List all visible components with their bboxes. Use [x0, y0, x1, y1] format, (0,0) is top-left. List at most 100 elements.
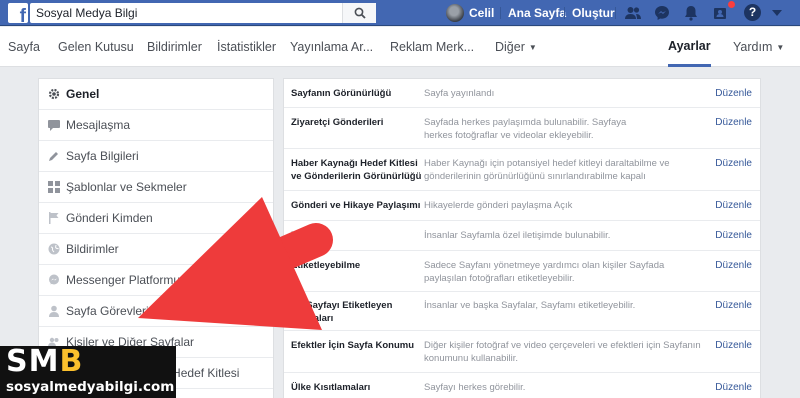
- edit-link[interactable]: Düzenle: [715, 87, 752, 100]
- smb-logo-s: S: [6, 344, 29, 379]
- home-link[interactable]: Ana Sayfa: [508, 0, 566, 26]
- search-button[interactable]: [342, 3, 376, 23]
- setting-label: Sayfanın Görünürlüğü: [291, 88, 392, 99]
- search-input[interactable]: Sosyal Medya Bilgi: [30, 3, 376, 23]
- tab-inbox[interactable]: Gelen Kutusu: [58, 27, 134, 67]
- sidebar-item-post-attribution[interactable]: Gönderi Kimden: [39, 203, 273, 234]
- edit-link[interactable]: Düzenle: [715, 229, 752, 242]
- page-navigation: Sayfa Gelen Kutusu Bildirimler İstatisti…: [0, 27, 800, 67]
- notification-badge: [728, 1, 735, 8]
- settings-row-page-location-frames[interactable]: Efektler İçin Sayfa Konumu Diğer kişiler…: [284, 331, 760, 373]
- tab-settings[interactable]: Ayarlar: [668, 27, 711, 67]
- settings-row-others-tagging[interactable]: Bu Sayfayı Etiketleyen Başkaları İnsanla…: [284, 292, 760, 331]
- facebook-logo-glyph: f: [19, 6, 26, 27]
- setting-label: Haber Kaynağı Hedef Kitlesi ve Gönderile…: [291, 158, 422, 182]
- sidebar-item-label: Sayfa Görevleri: [66, 304, 149, 318]
- page-roles-icon[interactable]: [711, 4, 729, 22]
- settings-row-messages[interactable]: Mesajlar İnsanlar Sayfamla özel iletişim…: [284, 221, 760, 251]
- divider: [615, 7, 616, 19]
- smb-watermark: SMB sosyalmedyabilgi.com: [0, 346, 176, 398]
- edit-link[interactable]: Düzenle: [715, 259, 752, 272]
- sidebar-item-templates-tabs[interactable]: Şablonlar ve Sekmeler: [39, 172, 273, 203]
- sidebar-item-label: Şablonlar ve Sekmeler: [66, 180, 187, 194]
- tab-more[interactable]: Diğer ▼: [495, 27, 537, 67]
- tab-page[interactable]: Sayfa: [8, 27, 40, 67]
- setting-value: İnsanlar Sayfamla özel iletişimde buluna…: [424, 230, 611, 241]
- friend-requests-icon[interactable]: [624, 4, 642, 22]
- help-icon[interactable]: ?: [744, 4, 761, 21]
- sidebar-item-page-roles[interactable]: Sayfa Görevleri: [39, 296, 273, 327]
- sidebar-item-general[interactable]: Genel: [39, 79, 273, 110]
- grid-icon: [48, 181, 60, 193]
- setting-label: Bu Sayfayı Etiketleyen Başkaları: [291, 300, 393, 324]
- avatar[interactable]: [446, 4, 464, 22]
- divider: [500, 7, 501, 19]
- account-dropdown-icon[interactable]: [770, 6, 784, 20]
- sidebar-item-messenger-platform[interactable]: Messenger Platformu: [39, 265, 273, 296]
- setting-label: Mesajlar: [291, 230, 330, 241]
- globe-icon: [48, 243, 60, 255]
- notifications-bell-icon[interactable]: [682, 4, 700, 22]
- chevron-down-icon: ▼: [776, 43, 785, 52]
- edit-link[interactable]: Düzenle: [715, 299, 752, 312]
- sidebar-item-label: Gönderi Kimden: [66, 211, 153, 225]
- sidebar-item-label: Genel: [66, 87, 100, 101]
- chat-icon: [48, 120, 60, 131]
- sidebar-item-label: Mesajlaşma: [66, 118, 131, 132]
- edit-link[interactable]: Düzenle: [715, 157, 752, 170]
- setting-label: Etiketleyebilme: [291, 260, 361, 271]
- settings-row-tagging-ability[interactable]: Etiketleyebilme Sadece Sayfanı yönetmeye…: [284, 251, 760, 292]
- tab-help-label: Yardım: [733, 40, 773, 54]
- settings-row-country-restrictions[interactable]: Ülke Kısıtlamaları Sayfayı herkes görebi…: [284, 373, 760, 398]
- sidebar-item-page-info[interactable]: Sayfa Bilgileri: [39, 141, 273, 172]
- create-link[interactable]: Oluştur: [572, 0, 615, 26]
- setting-value: Hikayelerde gönderi paylaşma Açık: [424, 200, 573, 211]
- setting-value: İnsanlar ve başka Sayfalar, Sayfamı etik…: [424, 300, 636, 311]
- settings-row-story-sharing[interactable]: Gönderi ve Hikaye Paylaşımı Hikayelerde …: [284, 191, 760, 221]
- chevron-down-icon: ▼: [528, 43, 537, 52]
- facebook-logo[interactable]: f: [8, 3, 28, 27]
- messenger-icon: [49, 274, 59, 285]
- setting-value: Haber Kaynağı için potansiyel hedef kitl…: [424, 158, 670, 182]
- edit-link[interactable]: Düzenle: [715, 116, 752, 129]
- sidebar-item-label: Messenger Platformu: [66, 273, 181, 287]
- tab-insights[interactable]: İstatistikler: [217, 27, 276, 67]
- tab-publishing-tools[interactable]: Yayınlama Ar...: [290, 27, 373, 67]
- profile-link[interactable]: Celil: [469, 0, 494, 26]
- gear-icon: [48, 88, 60, 100]
- setting-value: Sadece Sayfanı yönetmeye yardımcı olan k…: [424, 260, 665, 284]
- setting-value: Sayfada herkes paylaşımda bulunabilir. S…: [424, 117, 627, 141]
- smb-logo: SMB: [6, 346, 83, 378]
- setting-label: Efektler İçin Sayfa Konumu: [291, 340, 415, 351]
- flag-icon: [49, 212, 59, 224]
- general-settings-table: Sayfanın Görünürlüğü Sayfa yayınlandı Dü…: [283, 78, 761, 398]
- tab-ad-center[interactable]: Reklam Merk...: [390, 27, 474, 67]
- setting-value: Diğer kişiler fotoğraf ve video çerçevel…: [424, 340, 701, 364]
- divider: [564, 7, 565, 19]
- search-icon: [354, 7, 366, 19]
- edit-link[interactable]: Düzenle: [715, 199, 752, 212]
- sidebar-item-messaging[interactable]: Mesajlaşma: [39, 110, 273, 141]
- setting-label: Ülke Kısıtlamaları: [291, 382, 371, 393]
- setting-label: Gönderi ve Hikaye Paylaşımı: [291, 200, 421, 211]
- edit-link[interactable]: Düzenle: [715, 339, 752, 352]
- setting-label: Ziyaretçi Gönderileri: [291, 117, 384, 128]
- sidebar-item-label: Bildirimler: [66, 242, 119, 256]
- pencil-icon: [49, 152, 58, 161]
- settings-row-news-feed-audience[interactable]: Haber Kaynağı Hedef Kitlesi ve Gönderile…: [284, 149, 760, 191]
- tab-help[interactable]: Yardım ▼: [733, 27, 784, 67]
- settings-row-page-visibility[interactable]: Sayfanın Görünürlüğü Sayfa yayınlandı Dü…: [284, 79, 760, 108]
- sidebar-item-label: Sayfa Bilgileri: [66, 149, 139, 163]
- sidebar-item-notifications[interactable]: Bildirimler: [39, 234, 273, 265]
- watermark-url: sosyalmedyabilgi.com: [6, 379, 175, 395]
- tab-notifications[interactable]: Bildirimler: [147, 27, 202, 67]
- tab-more-label: Diğer: [495, 40, 525, 54]
- setting-value: Sayfa yayınlandı: [424, 88, 495, 99]
- messenger-icon[interactable]: [653, 4, 671, 22]
- edit-link[interactable]: Düzenle: [715, 381, 752, 394]
- settings-row-visitor-posts[interactable]: Ziyaretçi Gönderileri Sayfada herkes pay…: [284, 108, 760, 149]
- top-navigation-bar: f Sosyal Medya Bilgi Celil Ana Sayfa Olu…: [0, 0, 800, 26]
- smb-logo-m: M: [28, 344, 60, 379]
- smb-logo-b: B: [59, 344, 84, 379]
- setting-value: Sayfayı herkes görebilir.: [424, 382, 526, 393]
